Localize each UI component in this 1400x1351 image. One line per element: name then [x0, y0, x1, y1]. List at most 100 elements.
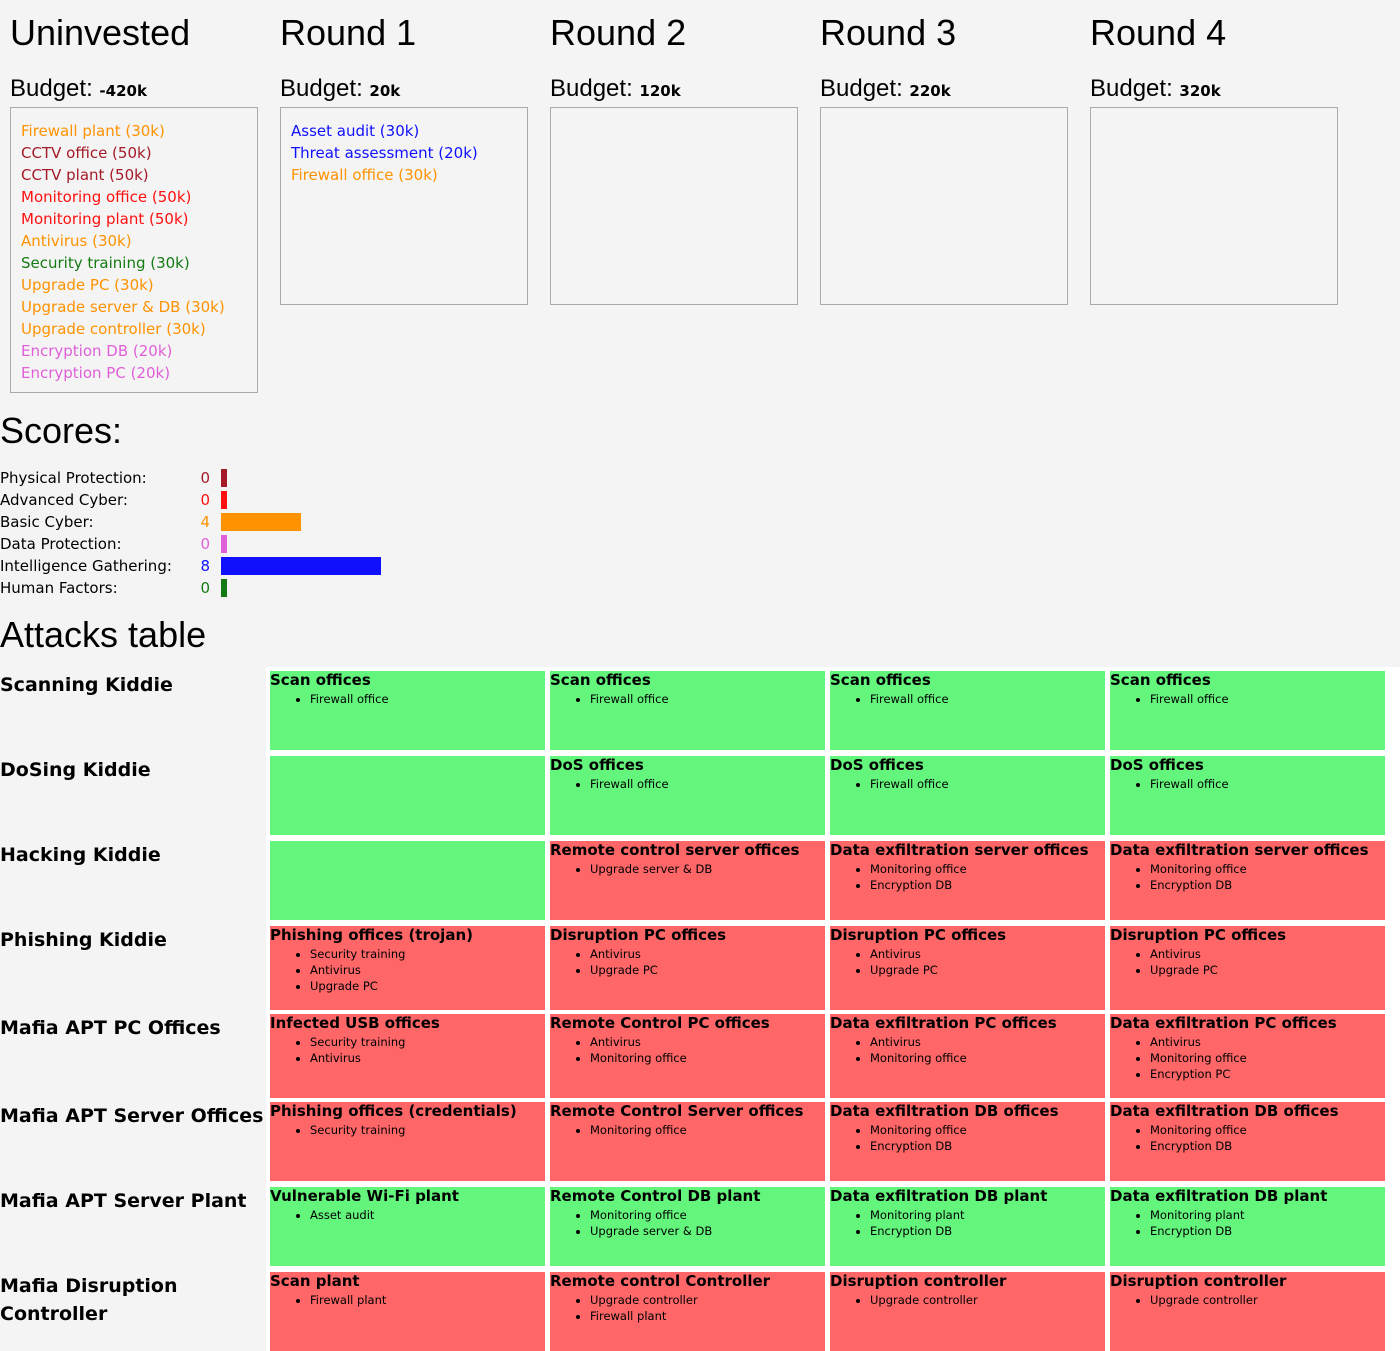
- budget-label: Budget:: [550, 75, 633, 102]
- budget-label: Budget:: [280, 75, 363, 102]
- countermeasure-item: Encryption DB: [1150, 877, 1385, 893]
- attack-cell[interactable]: Remote Control PC offices AntivirusMonito…: [550, 1014, 825, 1098]
- investment-dropzone[interactable]: [820, 107, 1068, 305]
- attack-cell[interactable]: Disruption PC offices AntivirusUpgrade PC: [830, 926, 1105, 1010]
- countermeasure-list: Monitoring plantEncryption DB: [1110, 1207, 1385, 1239]
- countermeasure-item: Firewall office: [310, 691, 545, 707]
- attack-cell[interactable]: Scan plant Firewall plant: [270, 1272, 545, 1351]
- investment-dropzone[interactable]: Firewall plant (30k) CCTV office (50k) CCT…: [10, 107, 258, 393]
- attack-cell[interactable]: Data exfiltration PC offices AntivirusMon…: [830, 1014, 1105, 1098]
- attack-cell[interactable]: Remote Control Server offices Monitoring …: [550, 1102, 825, 1181]
- countermeasure-item: Upgrade PC: [310, 978, 545, 994]
- countermeasure-item: Upgrade PC: [1150, 962, 1385, 978]
- attack-cell[interactable]: Scan offices Firewall office: [550, 671, 825, 750]
- attack-cell[interactable]: Data exfiltration DB offices Monitoring o…: [1110, 1102, 1385, 1181]
- score-label: Advanced Cyber:: [0, 491, 128, 509]
- budget-label: Budget:: [1090, 75, 1173, 102]
- attack-cell[interactable]: Disruption controller Upgrade controller: [1110, 1272, 1385, 1351]
- investment-item[interactable]: Firewall office (30k): [291, 164, 527, 186]
- attack-title: Scan plant: [270, 1272, 360, 1290]
- attack-cell[interactable]: Vulnerable Wi-Fi plant Asset audit: [270, 1187, 545, 1266]
- attack-title: Data exfiltration DB plant: [1110, 1187, 1328, 1205]
- investment-dropzone[interactable]: [1090, 107, 1338, 305]
- attack-cell[interactable]: DoS offices Firewall office: [830, 756, 1105, 835]
- score-row: Intelligence Gathering: 8: [0, 555, 420, 577]
- attack-cell[interactable]: Scan offices Firewall office: [1110, 671, 1385, 750]
- investment-item[interactable]: Monitoring plant (50k): [21, 208, 257, 230]
- score-label: Intelligence Gathering:: [0, 557, 172, 575]
- investment-item[interactable]: Encryption DB (20k): [21, 340, 257, 362]
- attack-cell[interactable]: Data exfiltration server offices Monitori…: [830, 841, 1105, 920]
- investment-item[interactable]: Upgrade PC (30k): [21, 274, 257, 296]
- score-value: 0: [200, 579, 210, 597]
- attack-cell[interactable]: Infected USB offices Security trainingAnt…: [270, 1014, 545, 1098]
- attack-cell[interactable]: DoS offices Firewall office: [550, 756, 825, 835]
- attack-cell[interactable]: Disruption controller Upgrade controller: [830, 1272, 1105, 1351]
- countermeasure-item: Antivirus: [870, 946, 1105, 962]
- attack-cell[interactable]: Disruption PC offices AntivirusUpgrade PC: [550, 926, 825, 1010]
- investment-item[interactable]: Firewall plant (30k): [21, 120, 257, 142]
- attack-cell[interactable]: Data exfiltration server offices Monitori…: [1110, 841, 1385, 920]
- attack-title: Remote Control PC offices: [550, 1014, 770, 1032]
- investment-item[interactable]: Asset audit (30k): [291, 120, 527, 142]
- attack-title: Disruption PC offices: [830, 926, 1007, 944]
- attack-cell[interactable]: Data exfiltration PC offices AntivirusMon…: [1110, 1014, 1385, 1098]
- attack-title: Scan offices: [1110, 671, 1211, 689]
- attack-cell[interactable]: Data exfiltration DB offices Monitoring o…: [830, 1102, 1105, 1181]
- attack-cell[interactable]: Phishing offices (trojan) Security traini…: [270, 926, 545, 1010]
- attacker-label: Mafia APT Server Offices: [0, 1105, 264, 1127]
- attack-cell[interactable]: Remote control server offices Upgrade ser…: [550, 841, 825, 920]
- countermeasure-item: Monitoring plant: [1150, 1207, 1385, 1223]
- budget-value: -420k: [99, 82, 147, 100]
- attack-cell[interactable]: Disruption PC offices AntivirusUpgrade PC: [1110, 926, 1385, 1010]
- countermeasure-item: Security training: [310, 1034, 545, 1050]
- investment-item[interactable]: Upgrade controller (30k): [21, 318, 257, 340]
- budget-value: 20k: [369, 82, 401, 100]
- attack-cell[interactable]: Phishing offices (credentials) Security t…: [270, 1102, 545, 1181]
- investment-item[interactable]: CCTV office (50k): [21, 142, 257, 164]
- attack-cell[interactable]: DoS offices Firewall office: [1110, 756, 1385, 835]
- countermeasure-item: Antivirus: [310, 962, 545, 978]
- investment-item[interactable]: Encryption PC (20k): [21, 362, 257, 384]
- countermeasure-item: Upgrade controller: [1150, 1292, 1385, 1308]
- round-budget: Budget: 20k: [280, 74, 400, 106]
- countermeasure-item: Monitoring office: [870, 1122, 1105, 1138]
- attack-cell[interactable]: [270, 841, 545, 920]
- investment-item[interactable]: Monitoring office (50k): [21, 186, 257, 208]
- attack-title: Disruption PC offices: [550, 926, 727, 944]
- countermeasure-item: Monitoring office: [590, 1050, 825, 1066]
- attack-cell[interactable]: Scan offices Firewall office: [270, 671, 545, 750]
- round-title: Round 1: [280, 12, 417, 53]
- investment-item[interactable]: Antivirus (30k): [21, 230, 257, 252]
- attack-title: Disruption PC offices: [1110, 926, 1287, 944]
- countermeasure-list: Security trainingAntivirus: [270, 1034, 545, 1066]
- countermeasure-item: Encryption DB: [1150, 1223, 1385, 1239]
- attack-cell[interactable]: Data exfiltration DB plant Monitoring pla…: [1110, 1187, 1385, 1266]
- investment-item[interactable]: Upgrade server & DB (30k): [21, 296, 257, 318]
- attacker-label: Mafia APT PC Offices: [0, 1017, 221, 1039]
- countermeasure-item: Upgrade server & DB: [590, 1223, 825, 1239]
- investment-dropzone[interactable]: [550, 107, 798, 305]
- budget-value: 220k: [909, 82, 951, 100]
- attack-cell[interactable]: Remote control Controller Upgrade control…: [550, 1272, 825, 1351]
- investment-item[interactable]: CCTV plant (50k): [21, 164, 257, 186]
- attack-title: Scan offices: [830, 671, 931, 689]
- attack-title: DoS offices: [550, 756, 644, 774]
- attack-title: Phishing offices (credentials): [270, 1102, 517, 1120]
- investment-dropzone[interactable]: Asset audit (30k) Threat assessment (20k)…: [280, 107, 528, 305]
- countermeasure-list: Firewall office: [550, 776, 825, 792]
- investment-item[interactable]: Threat assessment (20k): [291, 142, 527, 164]
- attack-cell[interactable]: [270, 756, 545, 835]
- investment-item[interactable]: Security training (30k): [21, 252, 257, 274]
- attack-title: Infected USB offices: [270, 1014, 440, 1032]
- attack-cell[interactable]: Scan offices Firewall office: [830, 671, 1105, 750]
- attack-title: Data exfiltration server offices: [830, 841, 1089, 859]
- attack-cell[interactable]: Remote Control DB plant Monitoring office…: [550, 1187, 825, 1266]
- countermeasure-list: AntivirusUpgrade PC: [1110, 946, 1385, 978]
- countermeasure-list: Firewall office: [1110, 776, 1385, 792]
- countermeasure-item: Antivirus: [1150, 1034, 1385, 1050]
- score-label: Data Protection:: [0, 535, 122, 553]
- attack-cell[interactable]: Data exfiltration DB plant Monitoring pla…: [830, 1187, 1105, 1266]
- score-value: 0: [200, 469, 210, 487]
- countermeasure-list: Security trainingAntivirusUpgrade PC: [270, 946, 545, 994]
